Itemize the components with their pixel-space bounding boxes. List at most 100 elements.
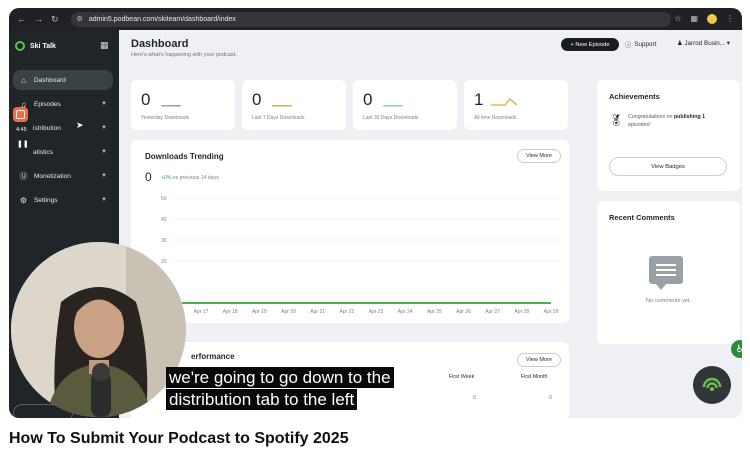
stat-sparkline [491,98,517,106]
achievement-text-bold: publishing 1 [673,114,706,120]
caption-line-1: we're going to go down to the [166,367,394,388]
sidebar-item-settings[interactable]: ⚙ Settings ▼ [13,190,113,210]
video-title[interactable]: How To Submit Your Podcast to Spotify 20… [9,430,349,448]
stop-recording-button[interactable] [13,107,28,122]
gear-icon: ⚙ [19,195,28,205]
x-tick-label: Apr 28 [514,309,529,315]
browser-nav: ← → ↻ [17,14,59,25]
y-tick-label: 40 [161,217,167,223]
x-tick-label: Apr 19 [252,309,267,315]
x-tick-label: Apr 25 [427,309,442,315]
stat-card-all-time: 1 All time Downloads [464,80,568,130]
card-title: erformance [191,352,235,361]
chevron-down-icon: ▼ [101,101,107,107]
new-episode-button[interactable]: + New Episode [561,38,619,51]
view-more-button[interactable]: View More [517,353,561,367]
podcast-logo-icon [15,41,25,51]
stat-label: Yesterday Downloads [141,115,190,121]
sidebar-item-monetization[interactable]: Ⓤ Monetization ▼ [13,166,113,186]
sidebar-item-label: Episodes [34,100,61,108]
sidebar-item-label: Dashboard [34,76,66,84]
x-tick-label: Apr 23 [369,309,384,315]
stat-sparkline [161,105,181,107]
home-icon: ⌂ [21,75,26,85]
user-menu[interactable]: ♟ Jarrod Busin... ▾ [677,40,730,47]
support-label: Support [634,41,657,48]
sidebar-item-distribution[interactable]: istribution ▼ [13,118,113,138]
mouse-cursor-icon: ➤ [76,120,84,130]
page-title: Dashboard [131,38,189,50]
address-bar[interactable]: ⚙ admin5.podbean.com/skiteam/dashboard/i… [70,11,671,27]
presenter-webcam [11,242,186,417]
url-text: admin5.podbean.com/skiteam/dashboard/ind… [88,15,236,23]
card-title: Recent Comments [609,213,675,222]
recent-comments-card: Recent Comments No comments yet. [597,201,740,344]
sidebar-item-label: atistics [33,148,53,156]
sidebar-item-episodes[interactable]: ♫ Episodes ▼ [13,94,113,114]
column-header-first-month: First Month [521,374,548,380]
x-tick-label: Apr 18 [223,309,238,315]
chevron-down-icon: ▾ [726,40,730,47]
recording-time: 4:45 [16,127,27,133]
podcast-widget-button[interactable] [693,366,731,404]
site-info-icon[interactable]: ⚙ [77,15,83,23]
x-tick-label: Apr 21 [310,309,325,315]
stat-label: Last 30 Days Downloads [363,115,419,121]
x-tick-label: Apr 24 [398,309,413,315]
podcast-icon [702,377,722,391]
profile-icon[interactable] [707,14,717,24]
back-icon[interactable]: ← [17,14,26,25]
medal-icon: 🏅︎ [609,115,623,127]
browser-actions: ☆ ▦ ⋮ [674,14,734,24]
browser-toolbar: ← → ↻ ⚙ admin5.podbean.com/skiteam/dashb… [9,8,742,30]
dollar-icon: Ⓤ [19,171,28,181]
accessibility-icon[interactable]: ♿ [731,340,742,358]
stat-sparkline [272,105,292,107]
stat-card-30-days: 0 Last 30 Days Downloads [353,80,457,130]
forward-icon[interactable]: → [34,14,43,25]
y-tick-label: 50 [161,196,167,202]
presenter-video [11,242,186,417]
sidebar-item-label: Settings [34,196,58,204]
x-tick-label: Apr 20 [281,309,296,315]
column-header-first-week: First Week [449,374,475,380]
page-subtitle: Here's what's happening with your podcas… [131,52,237,58]
apps-grid-icon[interactable]: ▦ [100,40,109,51]
kebab-menu-icon[interactable]: ⋮ [726,14,734,24]
pause-icon[interactable]: ❚❚ [17,140,29,148]
stat-card-7-days: 0 Last 7 Days Downloads [242,80,346,130]
caption-line-2: distribution tab to the left [166,389,358,410]
reload-icon[interactable]: ↻ [51,14,59,25]
achievements-card: Achievements 🏅︎ Congratulations on publi… [597,80,740,191]
x-tick-label: Apr 17 [194,309,209,315]
stat-sparkline [383,105,403,107]
sidebar-item-label: Monetization [34,172,71,180]
achievement-text-pre: Congratulations on [628,114,674,120]
help-icon: ⓘ [625,42,632,49]
star-icon[interactable]: ☆ [674,14,681,24]
x-tick-label: Apr 27 [485,309,500,315]
x-tick-label: Apr 29 [544,309,559,315]
sidebar-item-label: istribution [33,124,61,132]
stat-value: 1 [474,90,484,109]
sidebar-item-dashboard[interactable]: ⌂ Dashboard [13,70,113,90]
no-comments-text: No comments yet. [645,298,692,304]
first-week-value: 0 [473,395,476,401]
view-badges-button[interactable]: View Badges [609,157,727,176]
downloads-trending-chart: 50 40 30 20 Apr 17 Apr 18 Apr 19 Apr 20 Apr 21 Ap… [161,196,561,315]
stat-value: 0 [141,90,151,109]
achievement-text-post: episodes! [628,121,651,128]
chevron-down-icon: ▼ [101,173,107,179]
support-link[interactable]: ⓘ Support [625,40,656,49]
user-name: Jarrod Busin... [684,40,726,47]
stat-card-yesterday: 0 Yesterday Downloads [131,80,235,130]
stat-value: 0 [363,90,373,109]
stat-value: 0 [252,90,262,109]
card-title: Achievements [609,92,660,101]
extensions-icon[interactable]: ▦ [690,14,698,24]
main-content: Dashboard Here's what's happening with y… [119,30,742,418]
chevron-down-icon: ▼ [101,125,107,131]
brand[interactable]: Ski Talk [15,41,56,51]
brand-name: Ski Talk [30,42,56,50]
x-tick-label: Apr 26 [456,309,471,315]
